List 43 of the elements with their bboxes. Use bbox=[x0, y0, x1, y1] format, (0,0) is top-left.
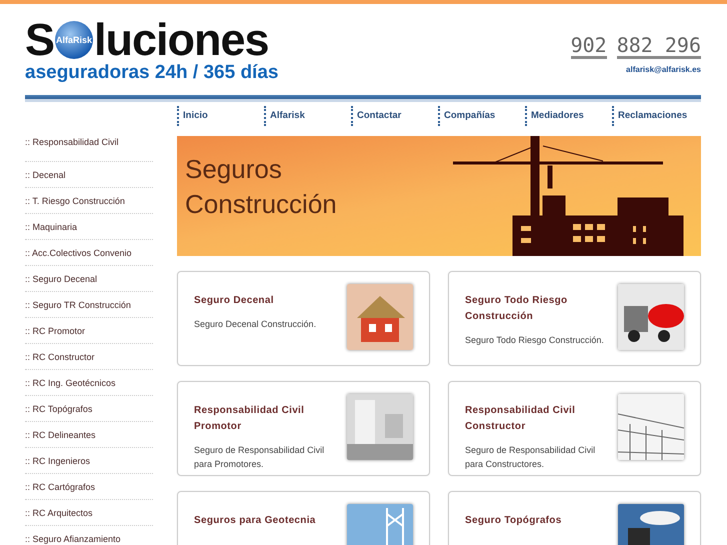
phone-prefix: 902 bbox=[570, 34, 607, 59]
nav-link[interactable]: Compañías bbox=[438, 106, 525, 126]
sidebar-link[interactable]: :: Seguro Decenal bbox=[25, 266, 153, 292]
sidebar-link[interactable]: :: RC Arquitectos bbox=[25, 500, 153, 526]
sidebar-link[interactable]: :: Maquinaria bbox=[25, 214, 153, 240]
sidebar-link[interactable]: :: RC Ingenieros bbox=[25, 448, 153, 474]
sidebar-link[interactable]: :: RC Promotor bbox=[25, 318, 153, 344]
room-picture bbox=[347, 394, 413, 460]
card-title-link[interactable]: Seguro Topógrafos bbox=[465, 513, 562, 529]
email-link[interactable]: alfarisk@alfarisk.es bbox=[570, 64, 701, 76]
logo-tagline: aseguradoras 24h / 365 días bbox=[25, 63, 278, 83]
card-description: Seguro de Responsabilidad Civil para Promotores. bbox=[194, 444, 326, 471]
logo-ball: AlfaRisk bbox=[55, 21, 94, 59]
logo-letter: S bbox=[25, 18, 54, 62]
nav-link[interactable]: Inicio bbox=[177, 106, 264, 126]
card-title-link[interactable]: Responsabilidad Civil Constructor bbox=[465, 403, 615, 435]
card-description: Seguro Decenal Construcción. bbox=[194, 318, 316, 331]
building-frame-picture bbox=[618, 394, 684, 460]
nav-link[interactable]: Mediadores bbox=[525, 106, 612, 126]
card-title-link[interactable]: Seguros para Geotecnia bbox=[194, 513, 316, 529]
nav-link[interactable]: Reclamaciones bbox=[612, 106, 699, 126]
sidebar-link[interactable]: :: RC Ing. Geotécnicos bbox=[25, 370, 153, 396]
truck-picture bbox=[618, 284, 684, 350]
sidebar-link[interactable]: :: RC Cartógrafos bbox=[25, 474, 153, 500]
card-description: Seguro Todo Riesgo Construcción. bbox=[465, 334, 605, 347]
sidebar-link[interactable]: :: RC Delineantes bbox=[25, 422, 153, 448]
nav-link[interactable]: Contactar bbox=[351, 106, 438, 126]
sidebar-link[interactable]: :: RC Topógrafos bbox=[25, 396, 153, 422]
sidebar-link[interactable]: :: T. Riesgo Construcción bbox=[25, 188, 153, 214]
card-title-link[interactable]: Seguro Decenal bbox=[194, 293, 316, 309]
house-picture bbox=[347, 284, 413, 350]
card-title-link[interactable]: Seguro Todo Riesgo Construcción bbox=[465, 293, 615, 325]
logo-text: luciones bbox=[94, 18, 269, 62]
sidebar-link[interactable]: :: Acc.Colectivos Convenio bbox=[25, 240, 153, 266]
card-title-link[interactable]: Responsabilidad Civil Promotor bbox=[194, 403, 344, 435]
sidebar-link[interactable]: :: Seguro TR Construcción bbox=[25, 292, 153, 318]
card-description: Seguro de Responsabilidad Civil para Constructores. bbox=[465, 444, 596, 471]
phone-number: 882 296 bbox=[616, 34, 701, 59]
sidebar-link[interactable]: :: RC Constructor bbox=[25, 344, 153, 370]
sidebar-link[interactable]: :: Decenal bbox=[25, 162, 153, 188]
nav-link[interactable]: Alfarisk bbox=[264, 106, 351, 126]
banner-title: Seguros Construcción bbox=[184, 153, 338, 221]
sidebar-link[interactable]: :: Responsabilidad Civil bbox=[25, 136, 153, 162]
